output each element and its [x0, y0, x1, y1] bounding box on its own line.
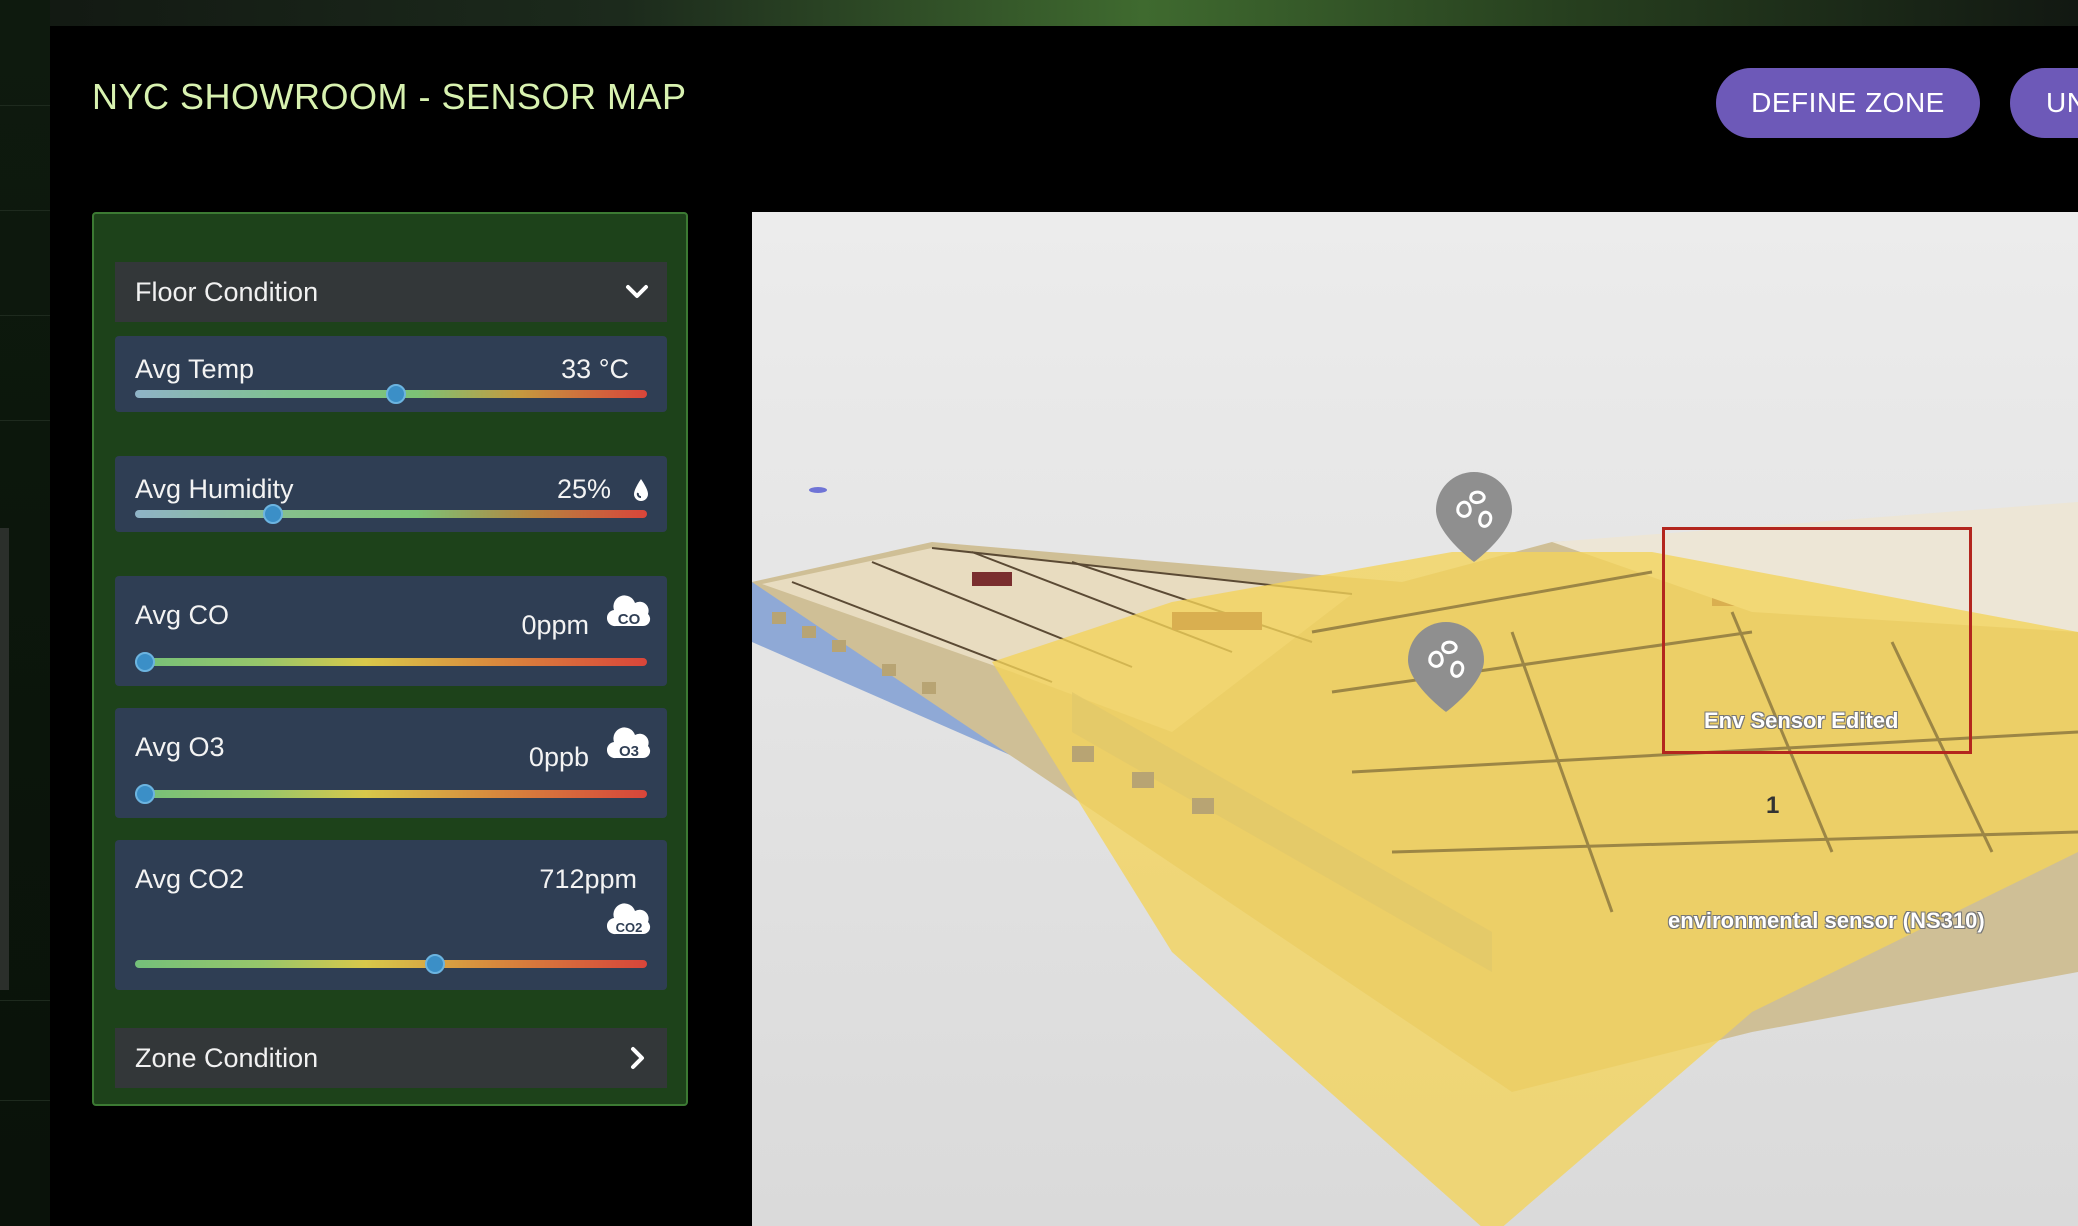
co2-slider — [135, 954, 647, 974]
zone-condition-row[interactable]: Zone Condition — [115, 1028, 667, 1088]
chevron-right-icon — [631, 1047, 644, 1069]
metric-value: 712ppm — [539, 864, 637, 894]
o3-slider — [135, 784, 647, 804]
slider-knob — [385, 384, 406, 404]
metric-value: 0ppb — [528, 742, 589, 772]
metric-avg-co2: Avg CO2 712ppm CO2 — [115, 840, 667, 990]
temp-slider — [135, 384, 647, 404]
humidity-slider — [135, 504, 647, 524]
sensor-label-env-sensor-edited[interactable]: Env Sensor Edited — [1704, 708, 1898, 734]
metric-value: 0ppm — [521, 610, 589, 640]
metric-avg-temp: Avg Temp 33 °C — [115, 336, 667, 412]
floor-map-3d[interactable]: Env Sensor Edited 1 environmental sensor… — [752, 212, 2078, 1226]
floor-condition-label: Floor Condition — [135, 276, 319, 307]
slider-knob — [135, 784, 155, 804]
o3-icon-text: O3 — [619, 743, 639, 760]
secondary-header-button[interactable]: UN — [2010, 68, 2078, 138]
define-zone-button[interactable]: DEFINE ZONE — [1716, 68, 1980, 138]
sensor-label-environmental-sensor[interactable]: environmental sensor (NS310) — [1668, 908, 1985, 934]
metric-label: Avg Temp — [135, 354, 255, 384]
metric-value: 33 °C — [561, 354, 629, 384]
floor-condition-dropdown[interactable]: Floor Condition — [115, 262, 667, 322]
metric-avg-o3: Avg O3 0ppb O3 — [115, 708, 667, 818]
co2-icon-text: CO2 — [616, 920, 643, 935]
metric-value: 25% — [556, 474, 611, 504]
metric-label: Avg O3 — [135, 732, 225, 762]
metric-avg-humidity: Avg Humidity 25% — [115, 456, 667, 532]
metric-label: Avg CO — [135, 600, 230, 630]
page-title: NYC SHOWROOM - SENSOR MAP — [92, 76, 687, 117]
o3-cloud-icon: O3 — [607, 727, 651, 760]
co-cloud-icon: CO — [607, 595, 651, 628]
droplet-icon — [634, 479, 648, 501]
map-marker — [809, 487, 827, 493]
sensor-count-badge: 1 — [1766, 792, 1780, 819]
left-rail-scroll — [0, 528, 9, 990]
co-slider — [135, 652, 647, 672]
condition-panel: Floor Condition Avg Temp 33 °C Avg Humid… — [92, 212, 688, 1106]
co-icon-text: CO — [618, 611, 641, 628]
slider-knob — [262, 504, 283, 524]
metric-avg-co: Avg CO 0ppm CO — [115, 576, 667, 686]
co2-cloud-icon: CO2 — [607, 903, 651, 935]
slider-knob — [135, 652, 155, 672]
left-rail — [0, 0, 50, 1226]
top-bar-glow — [0, 0, 2078, 26]
sensor-pin[interactable] — [1436, 472, 1512, 562]
chevron-down-icon — [626, 285, 648, 298]
app-window: NYC SHOWROOM - SENSOR MAP DEFINE ZONE UN… — [50, 26, 2078, 1226]
slider-knob — [425, 954, 446, 974]
zone-condition-label: Zone Condition — [135, 1042, 319, 1073]
metric-label: Avg Humidity — [135, 474, 294, 504]
metric-label: Avg CO2 — [135, 864, 245, 894]
